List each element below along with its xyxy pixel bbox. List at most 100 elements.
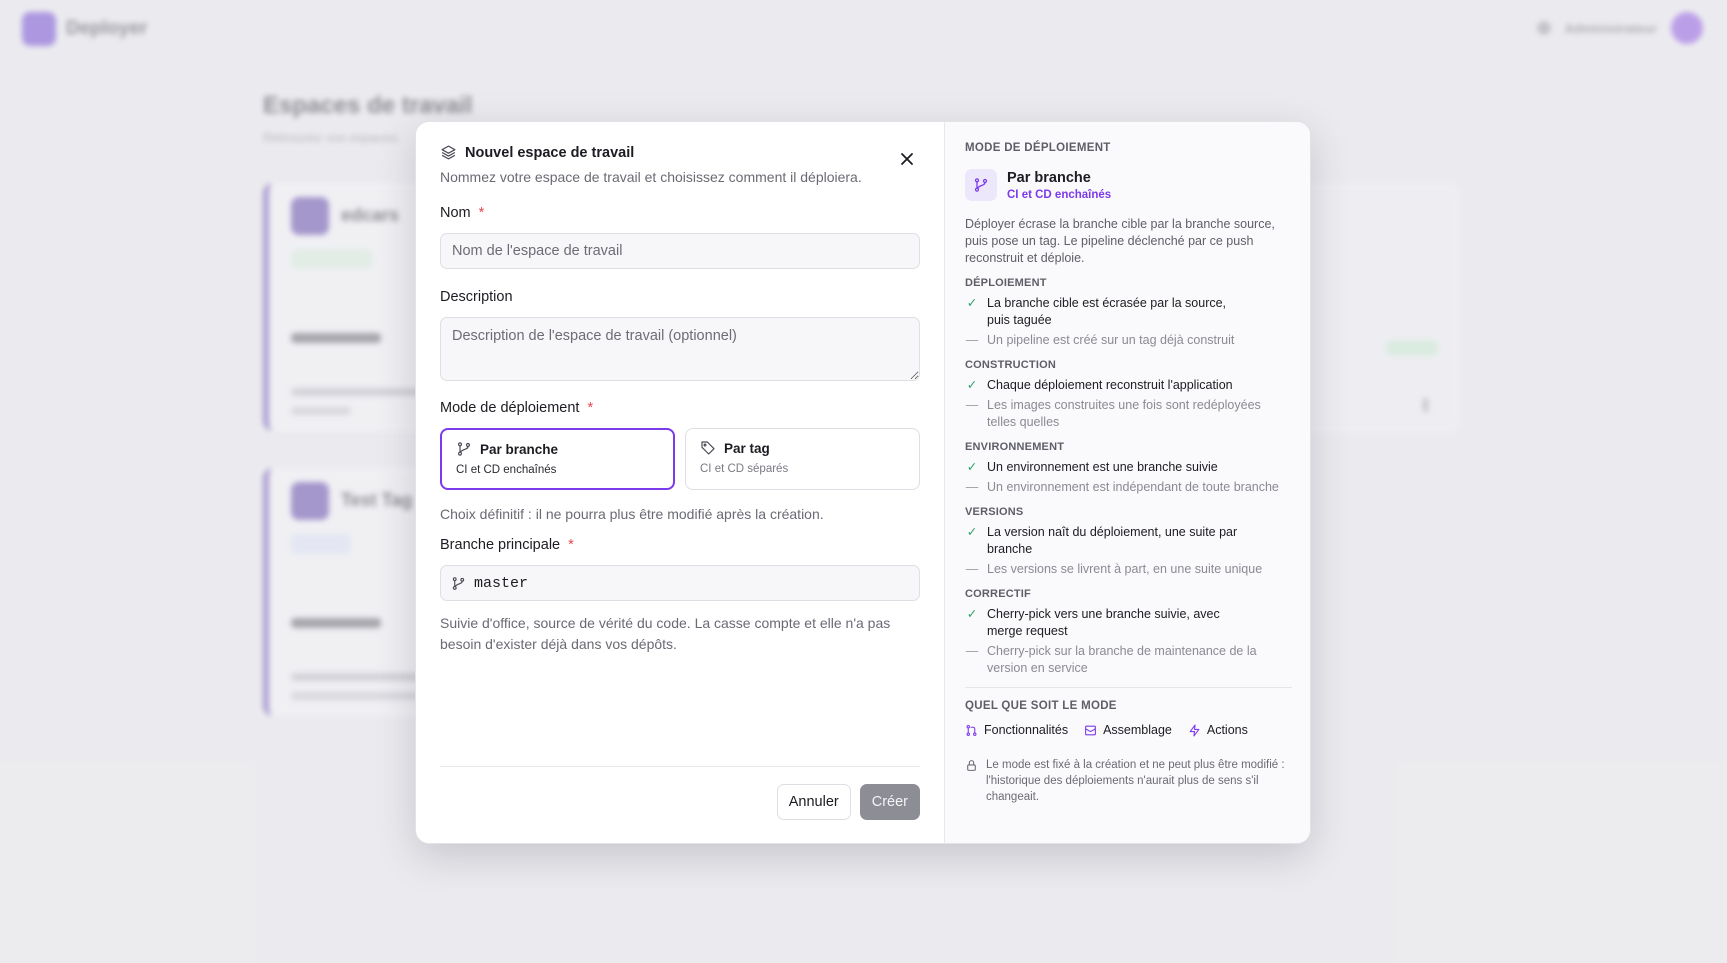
mode-icon-box bbox=[965, 169, 997, 201]
info-item-text: Les images construites une fois sont red… bbox=[987, 398, 1261, 429]
layers-icon bbox=[441, 145, 456, 160]
description-label: Description bbox=[440, 289, 920, 305]
info-item-no: — Cherry-pick sur la branche de maintena… bbox=[965, 643, 1292, 677]
info-mode-title: Par branche bbox=[1007, 169, 1091, 186]
git-branch-icon bbox=[457, 442, 471, 456]
check-icon: ✓ bbox=[966, 525, 978, 539]
dialog-title: Nouvel espace de travail bbox=[465, 144, 635, 161]
dash-icon: — bbox=[965, 398, 979, 412]
name-label-text: Nom bbox=[440, 205, 471, 221]
info-item-text: Un environnement est une branche suivie bbox=[987, 460, 1218, 474]
dialog-header: Nouvel espace de travail bbox=[440, 144, 920, 161]
mode-option-name: Par branche bbox=[480, 441, 559, 457]
info-group-title: CONSTRUCTION bbox=[965, 359, 1057, 371]
feature-label: Fonctionnalités bbox=[984, 723, 1069, 737]
mode-selector: Par branche CI et CD enchaînés Par tag C… bbox=[440, 428, 920, 490]
info-item-text: Cherry-pick sur la branche de maintenanc… bbox=[987, 644, 1257, 675]
always-features: Fonctionnalités Assemblage Actions bbox=[965, 723, 1292, 737]
description-textarea[interactable] bbox=[440, 317, 920, 381]
info-item-no: — Les versions se livrent à part, en une… bbox=[965, 561, 1292, 578]
always-caption: QUEL QUE SOIT LE MODE bbox=[965, 700, 1117, 712]
mode-option-name: Par tag bbox=[724, 440, 770, 456]
info-item-text: Un pipeline est créé sur un tag déjà con… bbox=[987, 333, 1235, 347]
info-item-text: Chaque déploiement reconstruit l'applica… bbox=[987, 378, 1233, 392]
name-input[interactable] bbox=[440, 233, 920, 269]
dash-icon: — bbox=[965, 333, 979, 347]
lock-note-text: Le mode est fixé à la création et ne peu… bbox=[986, 759, 1285, 803]
branch-hint: Suivie d'office, source de vérité du cod… bbox=[440, 615, 891, 652]
info-group-title: ENVIRONNEMENT bbox=[965, 441, 1065, 453]
info-mode-sub: CI et CD enchaînés bbox=[1007, 188, 1112, 201]
feature-label: Assemblage bbox=[1103, 723, 1172, 737]
close-button[interactable] bbox=[896, 148, 918, 170]
new-workspace-dialog: Nouvel espace de travail Nommez votre es… bbox=[415, 121, 1311, 844]
mode-option-sub: CI et CD enchaînés bbox=[456, 464, 557, 476]
branch-label-text: Branche principale bbox=[440, 537, 561, 553]
close-icon bbox=[901, 153, 913, 165]
info-group: ENVIRONNEMENT ✓ Un environnement est une… bbox=[965, 441, 1292, 496]
dialog-footer: Annuler Créer bbox=[776, 784, 920, 820]
cancel-button[interactable]: Annuler bbox=[776, 784, 851, 820]
info-description: Déployer écrase la branche cible par la … bbox=[965, 217, 1275, 265]
info-divider bbox=[965, 687, 1292, 688]
feature-item: Fonctionnalités bbox=[965, 723, 1068, 737]
required-mark: * bbox=[568, 537, 574, 553]
footer-divider bbox=[440, 766, 920, 767]
feature-item: Assemblage bbox=[1084, 723, 1172, 737]
mode-info-panel: MODE DE DÉPLOIEMENT Par branche CI et CD… bbox=[944, 122, 1310, 843]
branch-label: Branche principale * bbox=[440, 537, 920, 553]
check-icon: ✓ bbox=[966, 378, 978, 392]
info-group-title: DÉPLOIEMENT bbox=[965, 277, 1047, 289]
mode-label-text: Mode de déploiement bbox=[440, 400, 580, 416]
info-item-text: Les versions se livrent à part, en une s… bbox=[987, 562, 1263, 576]
git-branch-icon bbox=[974, 178, 988, 192]
info-item-yes: ✓ Chaque déploiement reconstruit l'appli… bbox=[965, 377, 1292, 394]
workspace-form: Nouvel espace de travail Nommez votre es… bbox=[416, 122, 944, 843]
mode-hint: Choix définitif : il ne pourra plus être… bbox=[440, 506, 824, 522]
info-item-text: La version naît du déploiement, une suit… bbox=[987, 525, 1238, 556]
info-item-yes: ✓ La branche cible est écrasée par la so… bbox=[965, 295, 1292, 329]
required-mark: * bbox=[478, 205, 485, 221]
info-item-text: Cherry-pick vers une branche suivie, ave… bbox=[987, 607, 1220, 638]
check-icon: ✓ bbox=[966, 607, 978, 621]
info-item-yes: ✓ La version naît du déploiement, une su… bbox=[965, 524, 1292, 558]
dash-icon: — bbox=[965, 562, 979, 576]
mode-label: Mode de déploiement * bbox=[440, 400, 920, 416]
dash-icon: — bbox=[965, 480, 979, 494]
git-pull-request-icon bbox=[966, 724, 977, 736]
required-mark: * bbox=[587, 400, 594, 416]
selected-mode-card: Par branche CI et CD enchaînés bbox=[965, 169, 1292, 201]
branch-input[interactable] bbox=[474, 574, 894, 592]
assembly-icon bbox=[1085, 725, 1096, 735]
lock-icon bbox=[967, 760, 976, 771]
info-group: VERSIONS ✓ La version naît du déploiemen… bbox=[965, 506, 1292, 578]
lock-note: Le mode est fixé à la création et ne peu… bbox=[965, 757, 1292, 805]
info-item-yes: ✓ Un environnement est une branche suivi… bbox=[965, 459, 1292, 476]
dialog-description: Nommez votre espace de travail et choisi… bbox=[440, 169, 862, 185]
lightning-icon bbox=[1189, 724, 1200, 736]
info-group: DÉPLOIEMENT ✓ La branche cible est écras… bbox=[965, 277, 1292, 349]
info-item-text: La branche cible est écrasée par la sour… bbox=[987, 296, 1227, 327]
git-branch-icon bbox=[452, 576, 465, 590]
info-group-title: CORRECTIF bbox=[965, 588, 1031, 600]
info-caption: MODE DE DÉPLOIEMENT bbox=[965, 142, 1111, 154]
feature-label: Actions bbox=[1206, 723, 1248, 737]
mode-option-tag[interactable]: Par tag CI et CD séparés bbox=[685, 428, 920, 490]
create-button[interactable]: Créer bbox=[859, 784, 920, 820]
mode-option-branch[interactable]: Par branche CI et CD enchaînés bbox=[440, 428, 675, 490]
branch-field bbox=[440, 565, 920, 601]
info-item-no: — Un environnement est indépendant de to… bbox=[965, 479, 1292, 496]
dash-icon: — bbox=[965, 644, 979, 658]
tag-icon bbox=[701, 441, 715, 455]
info-group: CORRECTIF ✓ Cherry-pick vers une branche… bbox=[965, 588, 1292, 677]
check-icon: ✓ bbox=[966, 460, 978, 474]
info-item-no: — Les images construites une fois sont r… bbox=[965, 397, 1292, 431]
check-icon: ✓ bbox=[966, 296, 978, 310]
info-group: CONSTRUCTION ✓ Chaque déploiement recons… bbox=[965, 359, 1292, 431]
info-item-no: — Un pipeline est créé sur un tag déjà c… bbox=[965, 332, 1292, 349]
feature-item: Actions bbox=[1188, 723, 1248, 737]
info-item-text: Un environnement est indépendant de tout… bbox=[987, 480, 1279, 494]
info-item-yes: ✓ Cherry-pick vers une branche suivie, a… bbox=[965, 606, 1292, 640]
description-label-text: Description bbox=[440, 289, 513, 305]
info-group-title: VERSIONS bbox=[965, 506, 1024, 518]
